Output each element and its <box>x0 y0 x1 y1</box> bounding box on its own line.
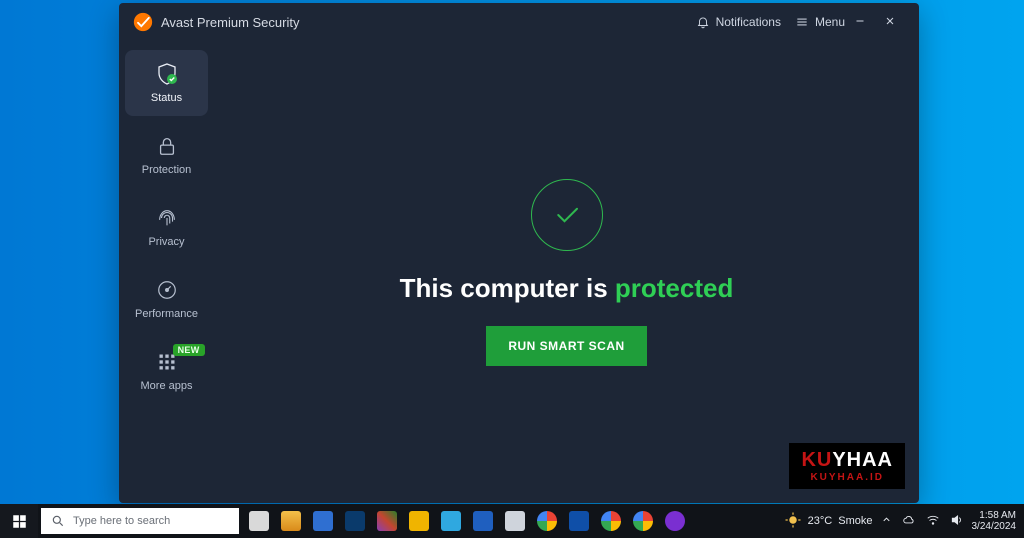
sidebar-item-label: Performance <box>135 308 198 320</box>
start-button[interactable] <box>0 504 38 538</box>
menu-label: Menu <box>815 15 845 29</box>
taskbar-search[interactable]: Type here to search <box>41 508 239 534</box>
clock-date: 3/24/2024 <box>972 521 1017 532</box>
titlebar: Avast Premium Security Notifications Men… <box>119 3 919 41</box>
taskbar-app-12[interactable] <box>597 504 625 538</box>
taskbar-app-10[interactable] <box>533 504 561 538</box>
taskbar-app-8[interactable] <box>469 504 497 538</box>
app-title: Avast Premium Security <box>161 15 299 30</box>
sidebar-item-performance[interactable]: Performance <box>125 266 208 332</box>
taskbar-apps <box>245 504 689 538</box>
menu-button[interactable]: Menu <box>795 15 845 29</box>
system-tray[interactable] <box>881 513 964 530</box>
avast-app-window: Avast Premium Security Notifications Men… <box>119 3 919 503</box>
search-icon <box>51 514 65 528</box>
sidebar-item-protection[interactable]: Protection <box>125 122 208 188</box>
shield-check-icon <box>155 62 179 86</box>
sidebar-item-label: Status <box>151 92 182 104</box>
tray-wifi-icon[interactable] <box>926 513 940 530</box>
status-check-circle <box>531 179 603 251</box>
minimize-button[interactable] <box>845 14 875 30</box>
hamburger-icon <box>795 15 809 29</box>
app-body: Status Protection Privacy Performance <box>119 41 919 503</box>
sidebar-item-label: More apps <box>141 380 193 392</box>
status-heading: This computer is protected <box>400 273 734 304</box>
taskbar-right: 23°C Smoke 1:58 AM 3/24/2024 <box>776 504 1024 538</box>
bell-icon <box>696 15 710 29</box>
taskbar-app-1[interactable] <box>245 504 273 538</box>
notifications-button[interactable]: Notifications <box>696 15 781 29</box>
taskbar-app-14[interactable] <box>661 504 689 538</box>
taskbar-app-6[interactable] <box>405 504 433 538</box>
sidebar-item-more-apps[interactable]: NEW More apps <box>125 338 208 404</box>
sidebar: Status Protection Privacy Performance <box>119 41 214 503</box>
clock-time: 1:58 AM <box>979 510 1016 521</box>
windows-taskbar: Type here to search 23°C Smoke <box>0 504 1024 538</box>
gauge-icon <box>155 278 179 302</box>
apps-grid-icon: NEW <box>155 350 179 374</box>
tray-cloud-icon[interactable] <box>902 513 916 530</box>
taskbar-app-2[interactable] <box>277 504 305 538</box>
notifications-label: Notifications <box>716 15 781 29</box>
tray-chevron-up-icon[interactable] <box>881 514 892 528</box>
watermark-title: KUYHAA <box>801 449 893 472</box>
taskbar-app-7[interactable] <box>437 504 465 538</box>
run-smart-scan-button[interactable]: RUN SMART SCAN <box>486 326 646 366</box>
watermark: KUYHAA KUYHAA.ID <box>789 443 905 489</box>
taskbar-app-3[interactable] <box>309 504 337 538</box>
weather-temp: 23°C <box>808 515 833 527</box>
sidebar-item-label: Protection <box>142 164 192 176</box>
lock-icon <box>155 134 179 158</box>
taskbar-app-11[interactable] <box>565 504 593 538</box>
weather-desc: Smoke <box>838 515 872 527</box>
sidebar-item-privacy[interactable]: Privacy <box>125 194 208 260</box>
avast-logo-icon <box>133 12 153 32</box>
search-placeholder: Type here to search <box>73 515 170 527</box>
new-badge: NEW <box>173 344 205 356</box>
close-button[interactable] <box>875 14 905 30</box>
weather-widget[interactable]: 23°C Smoke <box>784 511 873 532</box>
tray-volume-icon[interactable] <box>950 513 964 530</box>
taskbar-app-4[interactable] <box>341 504 369 538</box>
status-heading-prefix: This computer is <box>400 273 615 303</box>
weather-icon <box>784 511 802 532</box>
main-content: This computer is protected RUN SMART SCA… <box>214 41 919 503</box>
sidebar-item-label: Privacy <box>148 236 184 248</box>
sidebar-item-status[interactable]: Status <box>125 50 208 116</box>
taskbar-app-5[interactable] <box>373 504 401 538</box>
taskbar-app-13[interactable] <box>629 504 657 538</box>
status-heading-accent: protected <box>615 273 733 303</box>
watermark-subtitle: KUYHAA.ID <box>801 472 893 483</box>
fingerprint-icon <box>155 206 179 230</box>
taskbar-clock[interactable]: 1:58 AM 3/24/2024 <box>972 510 1017 532</box>
taskbar-app-9[interactable] <box>501 504 529 538</box>
